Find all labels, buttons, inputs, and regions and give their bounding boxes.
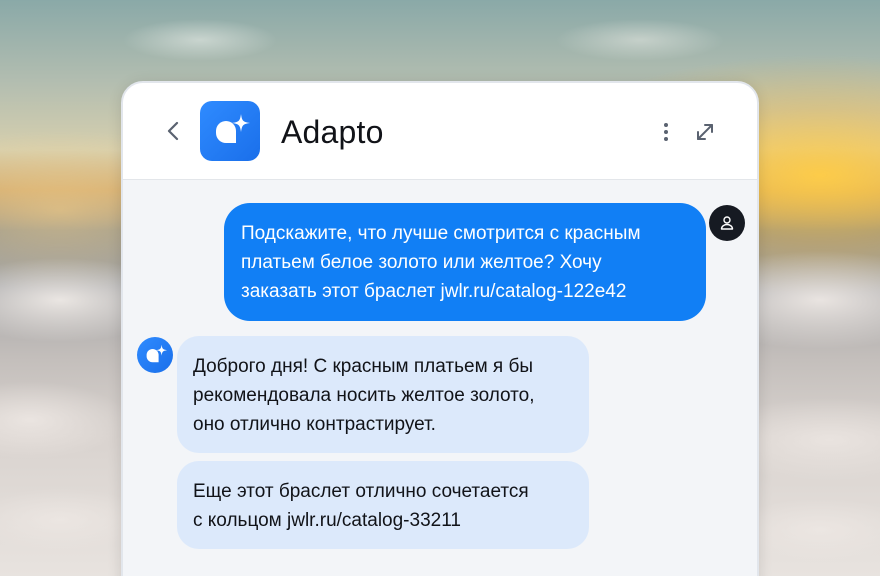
more-options-button[interactable]	[655, 120, 677, 144]
chat-window: Adapto Подскажите, что лучше смотрится с…	[121, 81, 759, 576]
more-vertical-icon	[664, 123, 668, 141]
user-message: Подскажите, что лучше смотрится с красны…	[224, 203, 706, 321]
app-title: Adapto	[281, 114, 384, 150]
app-logo	[200, 101, 260, 161]
sparkle-logo-icon	[146, 344, 167, 363]
back-button[interactable]	[161, 119, 185, 143]
expand-icon	[697, 124, 713, 140]
bot-message: Еще этот браслет отлично сочетается с ко…	[177, 461, 589, 549]
chat-header: Adapto	[123, 83, 757, 180]
bot-avatar	[137, 337, 173, 373]
chevron-left-icon	[167, 121, 179, 141]
sparkle-logo-icon	[216, 114, 250, 143]
bot-message: Доброго дня! С красным платьем я бы реко…	[177, 336, 589, 453]
expand-button[interactable]	[693, 120, 717, 144]
user-icon	[720, 216, 734, 230]
user-avatar[interactable]	[709, 205, 745, 241]
